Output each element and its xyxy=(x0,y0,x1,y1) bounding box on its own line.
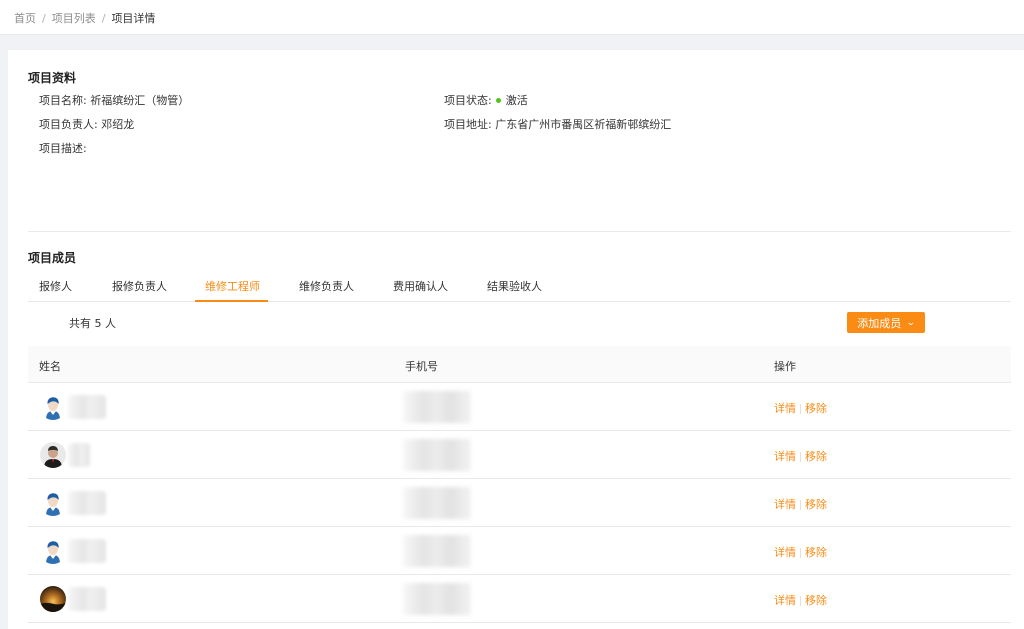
project-name-label: 项目名称: xyxy=(39,94,87,107)
name-redacted xyxy=(68,587,106,611)
table-row: 详情 移除 xyxy=(28,575,1011,623)
detail-link[interactable]: 详情 xyxy=(774,546,796,559)
name-redacted xyxy=(68,491,106,515)
project-desc-label: 项目描述: xyxy=(39,142,87,155)
action-separator xyxy=(800,596,801,606)
avatar-illustration-icon xyxy=(40,538,66,564)
members-table: 姓名 手机号 操作 详情 移除 详情 移除 详情 移除 详情 移除 详情 移除 xyxy=(28,346,1011,623)
breadcrumb-home[interactable]: 首页 xyxy=(14,12,36,25)
action-separator xyxy=(800,500,801,510)
breadcrumb-bar: 首页 / 项目列表 / 项目详情 xyxy=(0,0,1024,35)
project-owner-value: 邓绍龙 xyxy=(101,118,135,131)
status-dot-icon xyxy=(495,98,501,103)
avatar-illustration-icon xyxy=(40,490,66,516)
phone-redacted xyxy=(403,487,471,519)
table-row: 详情 移除 xyxy=(28,527,1011,575)
remove-link[interactable]: 移除 xyxy=(805,402,827,415)
add-member-button[interactable]: 添加成员 ⌄ xyxy=(847,312,925,333)
remove-link[interactable]: 移除 xyxy=(805,594,827,607)
project-detail-card: 项目资料 项目名称: 祈福缤纷汇（物管） 项目状态: 激活 项目负责人: 邓绍龙 … xyxy=(8,50,1024,629)
column-header-actions: 操作 xyxy=(774,360,796,373)
name-redacted xyxy=(68,443,90,467)
project-name-field: 项目名称: 祈福缤纷汇（物管） xyxy=(39,92,189,108)
name-redacted xyxy=(68,539,106,563)
project-address-value: 广东省广州市番禺区祈福新邨缤纷汇 xyxy=(495,118,672,131)
avatar-illustration-icon xyxy=(40,394,66,420)
name-redacted xyxy=(68,395,106,419)
tab-cost-confirmer[interactable]: 费用确认人 xyxy=(393,278,448,302)
tab-repair-owner[interactable]: 维修负责人 xyxy=(299,278,354,302)
project-address-field: 项目地址: 广东省广州市番禺区祈福新邨缤纷汇 xyxy=(444,116,671,132)
table-row: 详情 移除 xyxy=(28,383,1011,431)
avatar-sunset-icon xyxy=(40,586,66,612)
breadcrumb-separator: / xyxy=(101,12,106,25)
tab-reporter[interactable]: 报修人 xyxy=(39,278,72,302)
project-owner-field: 项目负责人: 邓绍龙 xyxy=(39,116,134,132)
add-member-label: 添加成员 xyxy=(857,316,902,330)
detail-link[interactable]: 详情 xyxy=(774,594,796,607)
phone-redacted xyxy=(403,439,471,471)
remove-link[interactable]: 移除 xyxy=(805,498,827,511)
breadcrumb-list[interactable]: 项目列表 xyxy=(52,12,96,25)
column-header-name: 姓名 xyxy=(39,360,61,373)
chevron-down-icon: ⌄ xyxy=(906,317,916,328)
project-status-value: 激活 xyxy=(505,94,528,107)
tab-repair-engineer[interactable]: 维修工程师 xyxy=(205,278,260,302)
breadcrumb-separator: / xyxy=(42,12,46,25)
detail-link[interactable]: 详情 xyxy=(774,498,796,511)
project-owner-label: 项目负责人: xyxy=(39,118,98,131)
action-separator xyxy=(800,404,801,414)
table-row: 详情 移除 xyxy=(28,479,1011,527)
row-actions: 详情 移除 xyxy=(774,400,827,416)
section-divider xyxy=(28,231,1011,232)
breadcrumb-current: 项目详情 xyxy=(111,12,156,25)
phone-redacted xyxy=(403,535,471,567)
action-separator xyxy=(800,548,801,558)
project-status-field: 项目状态: 激活 xyxy=(444,92,528,108)
project-name-value: 祈福缤纷汇（物管） xyxy=(90,94,190,107)
remove-link[interactable]: 移除 xyxy=(805,450,827,463)
row-actions: 详情 移除 xyxy=(774,448,827,464)
row-actions: 详情 移除 xyxy=(774,592,827,608)
project-status-label: 项目状态: xyxy=(444,94,492,107)
detail-link[interactable]: 详情 xyxy=(774,450,796,463)
active-tab-indicator xyxy=(195,300,268,302)
tab-result-acceptor[interactable]: 结果验收人 xyxy=(487,278,542,302)
row-actions: 详情 移除 xyxy=(774,496,827,512)
row-actions: 详情 移除 xyxy=(774,544,827,560)
members-title: 项目成员 xyxy=(28,251,77,265)
breadcrumb: 首页 / 项目列表 / 项目详情 xyxy=(14,10,155,26)
project-desc-field: 项目描述: xyxy=(39,140,87,156)
column-header-phone: 手机号 xyxy=(405,360,438,373)
phone-redacted xyxy=(403,391,471,423)
project-address-label: 项目地址: xyxy=(444,118,492,131)
project-info-title: 项目资料 xyxy=(28,71,77,85)
member-role-tabs: 报修人 报修负责人 维修工程师 维修负责人 费用确认人 结果验收人 xyxy=(28,274,1011,302)
table-row: 详情 移除 xyxy=(28,431,1011,479)
detail-link[interactable]: 详情 xyxy=(774,402,796,415)
avatar-photo-icon xyxy=(40,442,66,468)
tab-reporter-owner[interactable]: 报修负责人 xyxy=(112,278,167,302)
action-separator xyxy=(800,452,801,462)
member-count: 共有 5 人 xyxy=(69,317,116,330)
remove-link[interactable]: 移除 xyxy=(805,546,827,559)
table-header: 姓名 手机号 操作 xyxy=(28,346,1011,383)
phone-redacted xyxy=(403,583,471,615)
